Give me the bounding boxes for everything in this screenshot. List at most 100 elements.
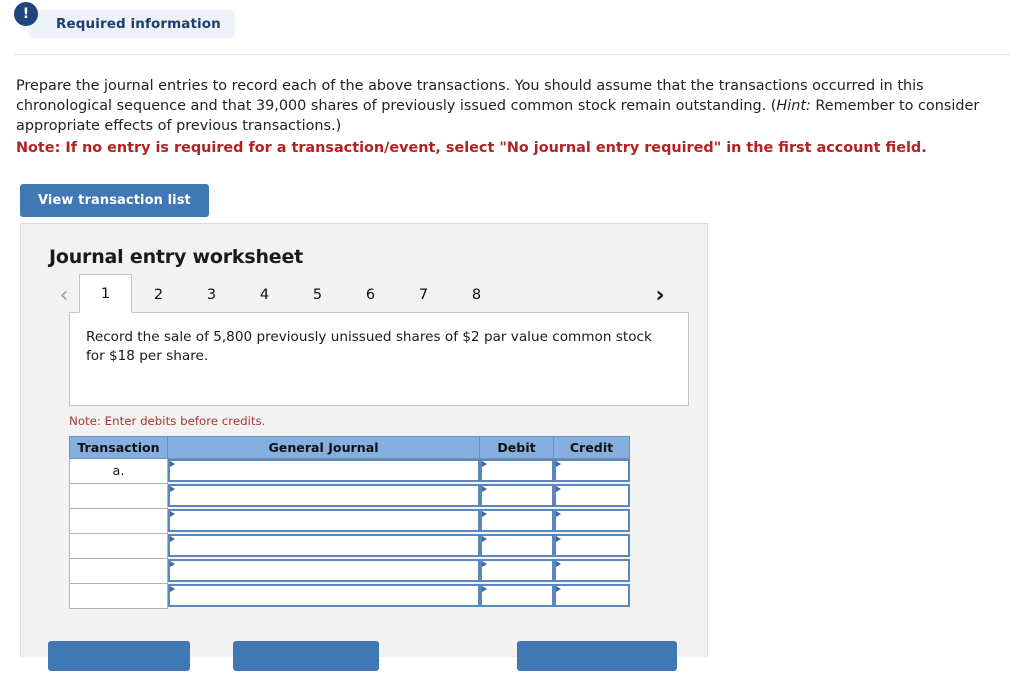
dropdown-caret-icon	[556, 536, 561, 542]
general-journal-cell	[168, 584, 480, 609]
table-row	[70, 484, 630, 509]
worksheet-action-button-2[interactable]	[233, 641, 379, 671]
dropdown-caret-icon	[556, 586, 561, 592]
general-journal-cell	[168, 534, 480, 559]
general-journal-input[interactable]	[168, 584, 480, 607]
debit-cell	[480, 584, 554, 609]
credit-input[interactable]	[554, 484, 630, 507]
worksheet-title: Journal entry worksheet	[21, 224, 707, 268]
transaction-label-cell	[70, 559, 168, 584]
table-row	[70, 584, 630, 609]
table-row	[70, 559, 630, 584]
transaction-description-text: Record the sale of 5,800 previously unis…	[86, 328, 670, 366]
dropdown-caret-icon	[482, 536, 487, 542]
transaction-label-cell	[70, 584, 168, 609]
column-header-general-journal: General Journal	[168, 437, 480, 459]
instructions-paragraph: Prepare the journal entries to record ea…	[0, 56, 1000, 158]
journal-entry-worksheet-card: Journal entry worksheet ‹ 1 2 3 4 5 6 7 …	[20, 223, 708, 657]
tab-1[interactable]: 1	[79, 274, 132, 313]
general-journal-cell	[168, 484, 480, 509]
credit-input[interactable]	[554, 534, 630, 557]
general-journal-input[interactable]	[168, 509, 480, 532]
credit-cell	[554, 534, 630, 559]
transaction-label-cell: a.	[70, 459, 168, 484]
chevron-right-icon[interactable]: ›	[645, 285, 675, 312]
dropdown-caret-icon	[556, 561, 561, 567]
general-journal-cell	[168, 509, 480, 534]
dropdown-caret-icon	[482, 511, 487, 517]
dropdown-caret-icon	[482, 486, 487, 492]
dropdown-caret-icon	[170, 586, 175, 592]
credit-cell	[554, 559, 630, 584]
tab-3[interactable]: 3	[185, 277, 238, 313]
credit-input[interactable]	[554, 509, 630, 532]
worksheet-action-button-1[interactable]	[48, 641, 190, 671]
general-journal-input[interactable]	[168, 484, 480, 507]
required-information-banner: ! Required information	[0, 0, 1024, 56]
debit-cell	[480, 459, 554, 484]
transaction-label-cell	[70, 484, 168, 509]
transaction-label-cell	[70, 509, 168, 534]
journal-entry-table: Transaction General Journal Debit Credit…	[69, 436, 630, 609]
credit-cell	[554, 484, 630, 509]
credit-cell	[554, 459, 630, 484]
dropdown-caret-icon	[482, 461, 487, 467]
dropdown-caret-icon	[556, 511, 561, 517]
tab-8[interactable]: 8	[450, 277, 503, 313]
general-journal-input[interactable]	[168, 559, 480, 582]
debits-before-credits-note: Note: Enter debits before credits.	[69, 414, 707, 428]
required-information-label: Required information	[56, 16, 221, 32]
credit-cell	[554, 584, 630, 609]
transaction-label-cell	[70, 534, 168, 559]
debit-input[interactable]	[480, 584, 554, 607]
credit-cell	[554, 509, 630, 534]
general-journal-cell	[168, 459, 480, 484]
tab-5[interactable]: 5	[291, 277, 344, 313]
credit-input[interactable]	[554, 559, 630, 582]
dropdown-caret-icon	[170, 511, 175, 517]
debit-input[interactable]	[480, 459, 554, 482]
table-header-row: Transaction General Journal Debit Credit	[70, 437, 630, 459]
debit-input[interactable]	[480, 534, 554, 557]
dropdown-caret-icon	[170, 461, 175, 467]
credit-input[interactable]	[554, 584, 630, 607]
debit-input[interactable]	[480, 559, 554, 582]
debit-cell	[480, 484, 554, 509]
view-transaction-list-button[interactable]: View transaction list	[20, 184, 209, 217]
dropdown-caret-icon	[482, 561, 487, 567]
tab-6[interactable]: 6	[344, 277, 397, 313]
dropdown-caret-icon	[482, 586, 487, 592]
debit-input[interactable]	[480, 509, 554, 532]
required-information-badge: ! Required information	[28, 10, 235, 38]
no-entry-required-note: Note: If no entry is required for a tran…	[16, 138, 984, 158]
header-divider	[14, 54, 1010, 55]
column-header-credit: Credit	[554, 437, 630, 459]
table-row	[70, 534, 630, 559]
column-header-transaction: Transaction	[70, 437, 168, 459]
table-row: a.	[70, 459, 630, 484]
dropdown-caret-icon	[556, 461, 561, 467]
worksheet-tabs: ‹ 1 2 3 4 5 6 7 8 ›	[21, 268, 707, 312]
worksheet-action-buttons	[21, 641, 709, 681]
worksheet-action-button-3[interactable]	[517, 641, 677, 671]
general-journal-cell	[168, 559, 480, 584]
toolbar: View transaction list	[0, 158, 1024, 217]
dropdown-caret-icon	[170, 536, 175, 542]
dropdown-caret-icon	[170, 561, 175, 567]
credit-input[interactable]	[554, 459, 630, 482]
tab-7[interactable]: 7	[397, 277, 450, 313]
chevron-left-icon[interactable]: ‹	[49, 285, 79, 312]
dropdown-caret-icon	[170, 486, 175, 492]
tab-4[interactable]: 4	[238, 277, 291, 313]
tab-2[interactable]: 2	[132, 277, 185, 313]
debit-cell	[480, 534, 554, 559]
dropdown-caret-icon	[556, 486, 561, 492]
debit-input[interactable]	[480, 484, 554, 507]
journal-table-wrapper: Transaction General Journal Debit Credit…	[69, 436, 707, 609]
general-journal-input[interactable]	[168, 459, 480, 482]
instructions-hint-label: Hint:	[776, 98, 810, 114]
column-header-debit: Debit	[480, 437, 554, 459]
general-journal-input[interactable]	[168, 534, 480, 557]
table-row	[70, 509, 630, 534]
transaction-description-panel: Record the sale of 5,800 previously unis…	[69, 312, 689, 406]
